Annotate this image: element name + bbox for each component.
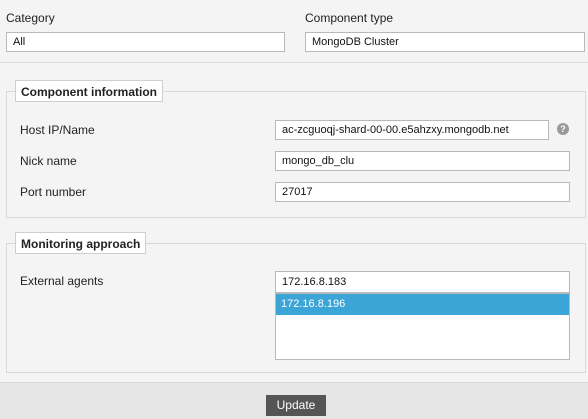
- help-icon[interactable]: ?: [557, 123, 569, 135]
- external-agents-label: External agents: [20, 274, 104, 288]
- external-agents-list[interactable]: 172.16.8.196: [275, 293, 570, 360]
- host-input[interactable]: ac-zcguoqj-shard-00-00.e5ahzxy.mongodb.n…: [275, 120, 549, 140]
- port-number-input[interactable]: 27017: [275, 182, 570, 202]
- component-type-select[interactable]: MongoDB Cluster: [305, 32, 585, 52]
- component-type-label: Component type: [305, 11, 394, 25]
- port-number-label: Port number: [20, 185, 87, 199]
- agent-search-input[interactable]: 172.16.8.183: [275, 271, 570, 293]
- category-label: Category: [6, 11, 55, 25]
- update-button[interactable]: Update: [266, 395, 326, 416]
- list-item[interactable]: 172.16.8.196: [276, 294, 569, 315]
- monitoring-legend: Monitoring approach: [15, 232, 147, 254]
- host-label: Host IP/Name: [20, 123, 95, 137]
- divider: [0, 62, 588, 63]
- nick-name-label: Nick name: [20, 154, 77, 168]
- top-section: Category All Component type MongoDB Clus…: [0, 0, 588, 62]
- nick-name-input[interactable]: mongo_db_clu: [275, 151, 570, 171]
- category-select[interactable]: All: [6, 32, 285, 52]
- component-info-legend: Component information: [15, 80, 163, 102]
